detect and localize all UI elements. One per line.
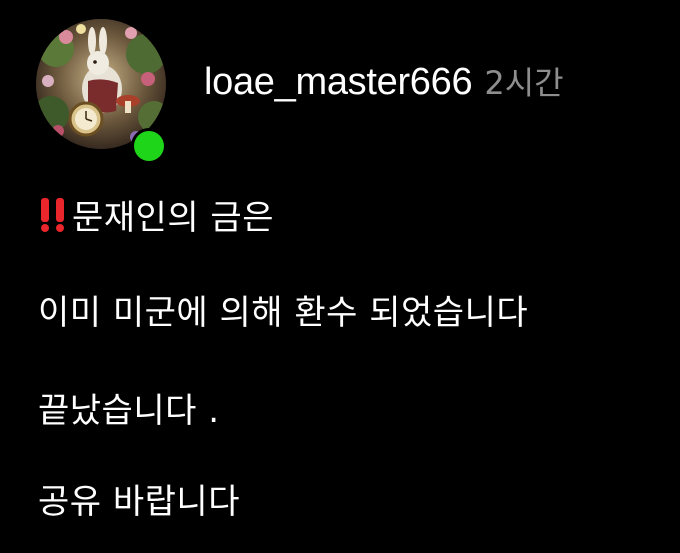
post-header: loae_master666 2시간 [36,16,564,161]
post-card: loae_master666 2시간 문재인의 금은 이미 미군에 의해 환수 … [0,0,680,553]
post-line-1-text: 문재인의 금은 [72,198,274,238]
post-line-3: 끝났습니다 . [38,391,220,431]
post-time: 2시간 [484,64,564,102]
post-line-1: 문재인의 금은 [38,190,274,242]
post-line-2: 이미 미군에 의해 환수 되었습니다 [38,293,529,333]
username[interactable]: loae_master666 [204,61,473,104]
avatar[interactable] [36,19,166,149]
post-line-4: 공유 바랍니다 [38,482,240,522]
online-status-dot [134,131,164,161]
user-line: loae_master666 2시간 [204,58,564,104]
avatar-image [36,19,166,149]
avatar-container[interactable] [36,19,166,161]
double-exclamation-icon [38,197,68,242]
